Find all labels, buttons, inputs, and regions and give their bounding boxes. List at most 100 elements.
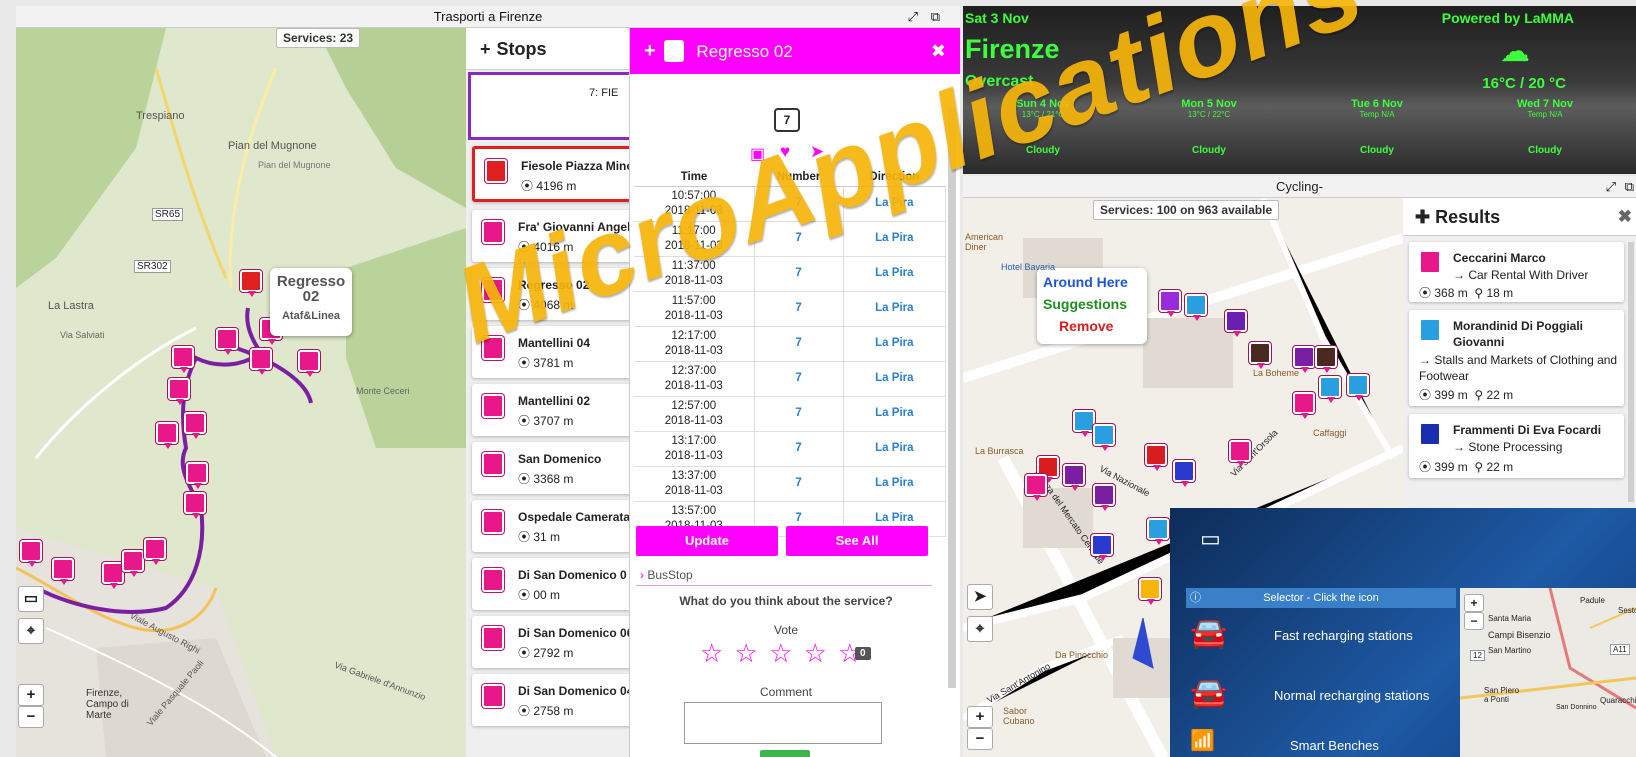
line-number[interactable]: 7 xyxy=(754,361,844,397)
star-rating[interactable]: ☆ ☆ ☆ ☆ ☆ xyxy=(700,638,863,669)
zoom-out-button[interactable]: − xyxy=(18,706,44,728)
bus-stop-marker[interactable] xyxy=(172,346,194,373)
forecast-day-name: Wed 7 Nov xyxy=(1516,98,1574,110)
bus-stop-marker[interactable] xyxy=(250,348,272,375)
expand-icon[interactable]: ✚ xyxy=(1415,207,1430,227)
zoom-in-button[interactable]: + xyxy=(1464,594,1484,612)
transport-map[interactable]: Trespiano Pian del Mugnone Pian del Mugn… xyxy=(16,28,466,757)
bus-stop-marker[interactable] xyxy=(168,378,190,405)
smart-benches-option[interactable]: 📶 Smart Benches xyxy=(1186,724,1456,757)
shop-marker[interactable] xyxy=(1319,376,1341,403)
direction-link[interactable]: La Pira xyxy=(843,291,947,327)
option-label: Normal recharging stations xyxy=(1274,688,1430,703)
poi-marker[interactable] xyxy=(1347,374,1369,401)
line-number[interactable]: 7 xyxy=(754,291,844,327)
stop-distance: ⦿ 3781 m xyxy=(518,356,574,370)
direction-link[interactable]: La Pira xyxy=(843,361,947,397)
fullscreen-icon[interactable]: ⤢ xyxy=(1606,176,1616,198)
result-category: → Stone Processing xyxy=(1453,440,1563,454)
stop-card[interactable]: Di San Domenico 04 ⦿ 2758 m xyxy=(472,674,629,726)
poi-marker[interactable] xyxy=(1185,294,1207,321)
poi-marker[interactable] xyxy=(1173,460,1195,487)
result-card[interactable]: Ceccarini Marco → Car Rental With Driver… xyxy=(1409,242,1624,302)
stop-card[interactable]: Di San Domenico 06 ⦿ 2792 m xyxy=(472,616,629,668)
bus-stop-marker[interactable] xyxy=(184,492,206,519)
map-label: American Diner xyxy=(965,232,1004,252)
layer-toggle-button[interactable]: ▭ xyxy=(18,586,44,612)
stop-card[interactable]: San Domenico ⦿ 3368 m xyxy=(472,442,629,494)
zoom-out-button[interactable]: − xyxy=(967,728,993,750)
poi-marker[interactable] xyxy=(1229,440,1251,467)
line-number[interactable]: 7 xyxy=(754,431,844,467)
suggestions-link[interactable]: Suggestions xyxy=(1043,296,1141,312)
poi-marker[interactable] xyxy=(1093,484,1115,511)
poi-marker[interactable] xyxy=(1145,444,1167,471)
bus-stop-marker[interactable] xyxy=(122,550,144,577)
comment-textarea[interactable] xyxy=(684,702,882,744)
fullscreen-icon[interactable]: ⤢ xyxy=(908,6,918,28)
bus-stop-marker[interactable] xyxy=(52,558,74,585)
locate-button[interactable]: ⌖ xyxy=(967,616,993,642)
see-all-button[interactable]: See All xyxy=(786,526,928,556)
poi-marker[interactable] xyxy=(1091,534,1113,561)
line-number[interactable]: 7 xyxy=(754,326,844,362)
result-distance-value: 368 m xyxy=(1434,286,1468,300)
fast-recharging-option[interactable]: 🚘 Fast recharging stations xyxy=(1186,608,1456,664)
submit-comment-button[interactable] xyxy=(760,750,810,757)
stop-card[interactable]: Mantellini 02 ⦿ 3707 m xyxy=(472,384,629,436)
bus-stop-marker[interactable] xyxy=(156,422,178,449)
close-icon[interactable]: ✖ xyxy=(1618,198,1632,236)
poi-marker[interactable] xyxy=(1315,346,1337,373)
poi-marker[interactable] xyxy=(1225,310,1247,337)
stop-distance: ⦿ 2792 m xyxy=(518,646,574,660)
bus-stop-marker[interactable] xyxy=(144,538,166,565)
result-card[interactable]: Frammenti Di Eva Focardi → Stone Process… xyxy=(1409,414,1624,478)
zoom-in-button[interactable]: + xyxy=(18,684,44,706)
poi-marker[interactable] xyxy=(1147,518,1169,545)
direction-link[interactable]: La Pira xyxy=(843,466,947,502)
poi-marker[interactable] xyxy=(1159,290,1181,317)
poi-marker[interactable] xyxy=(1139,578,1161,605)
ev-mini-map[interactable]: Santa Maria Campi Bisenzio San Martino S… xyxy=(1460,588,1636,757)
line-number[interactable]: 7 xyxy=(754,466,844,502)
update-button[interactable]: Update xyxy=(636,526,778,556)
poi-marker[interactable] xyxy=(1073,410,1095,437)
zoom-in-button[interactable]: + xyxy=(967,706,993,728)
direction-link[interactable]: La Pira xyxy=(843,396,947,432)
stop-card[interactable]: Di San Domenico 0 ⦿ 00 m xyxy=(472,558,629,610)
bus-stop-marker[interactable] xyxy=(20,540,42,567)
hotel-marker[interactable] xyxy=(1249,342,1271,369)
result-card[interactable]: Morandinid Di Poggiali Giovanni → Stalls… xyxy=(1409,310,1624,406)
results-scrollbar[interactable] xyxy=(1628,242,1634,502)
bus-stop-marker-selected[interactable] xyxy=(240,270,262,297)
expand-icon[interactable]: + xyxy=(480,39,491,59)
services-count-text: Services: 100 on 963 available xyxy=(1100,203,1273,217)
bus-stop-marker[interactable] xyxy=(184,412,206,439)
popout-icon[interactable]: ⧉ xyxy=(931,6,940,28)
poi-marker[interactable] xyxy=(1063,464,1085,491)
bus-stop-marker[interactable] xyxy=(216,328,238,355)
line-number[interactable]: 7 xyxy=(754,396,844,432)
remove-link[interactable]: Remove xyxy=(1043,318,1141,334)
bus-stop-icon xyxy=(482,510,504,534)
popout-icon[interactable]: ⧉ xyxy=(1625,176,1634,198)
normal-recharging-option[interactable]: 🚘 Normal recharging stations xyxy=(1186,668,1456,724)
bus-stop-marker[interactable] xyxy=(102,562,124,589)
poi-marker[interactable] xyxy=(1293,346,1315,373)
direction-link[interactable]: La Pira xyxy=(843,431,947,467)
poi-marker[interactable] xyxy=(1093,424,1115,451)
bus-stop-marker[interactable] xyxy=(298,350,320,377)
expand-icon[interactable]: + xyxy=(644,40,656,62)
direction-link[interactable]: La Pira xyxy=(843,326,947,362)
bus-stop-marker[interactable] xyxy=(186,462,208,489)
stop-name: Di San Domenico 0 xyxy=(518,568,627,582)
navigate-button[interactable]: ➤ xyxy=(967,584,993,610)
poi-marker[interactable] xyxy=(1025,474,1047,501)
route-summary-card[interactable]: 7: FIE xyxy=(468,72,629,140)
stop-card[interactable]: Ospedale Camerata ⦿ 31 m xyxy=(472,500,629,552)
around-here-link[interactable]: Around Here xyxy=(1043,274,1141,290)
direction-link[interactable]: La Pira xyxy=(843,256,947,292)
locate-button[interactable]: ⌖ xyxy=(18,618,44,644)
poi-marker[interactable] xyxy=(1293,392,1315,419)
zoom-out-button[interactable]: − xyxy=(1464,612,1484,630)
